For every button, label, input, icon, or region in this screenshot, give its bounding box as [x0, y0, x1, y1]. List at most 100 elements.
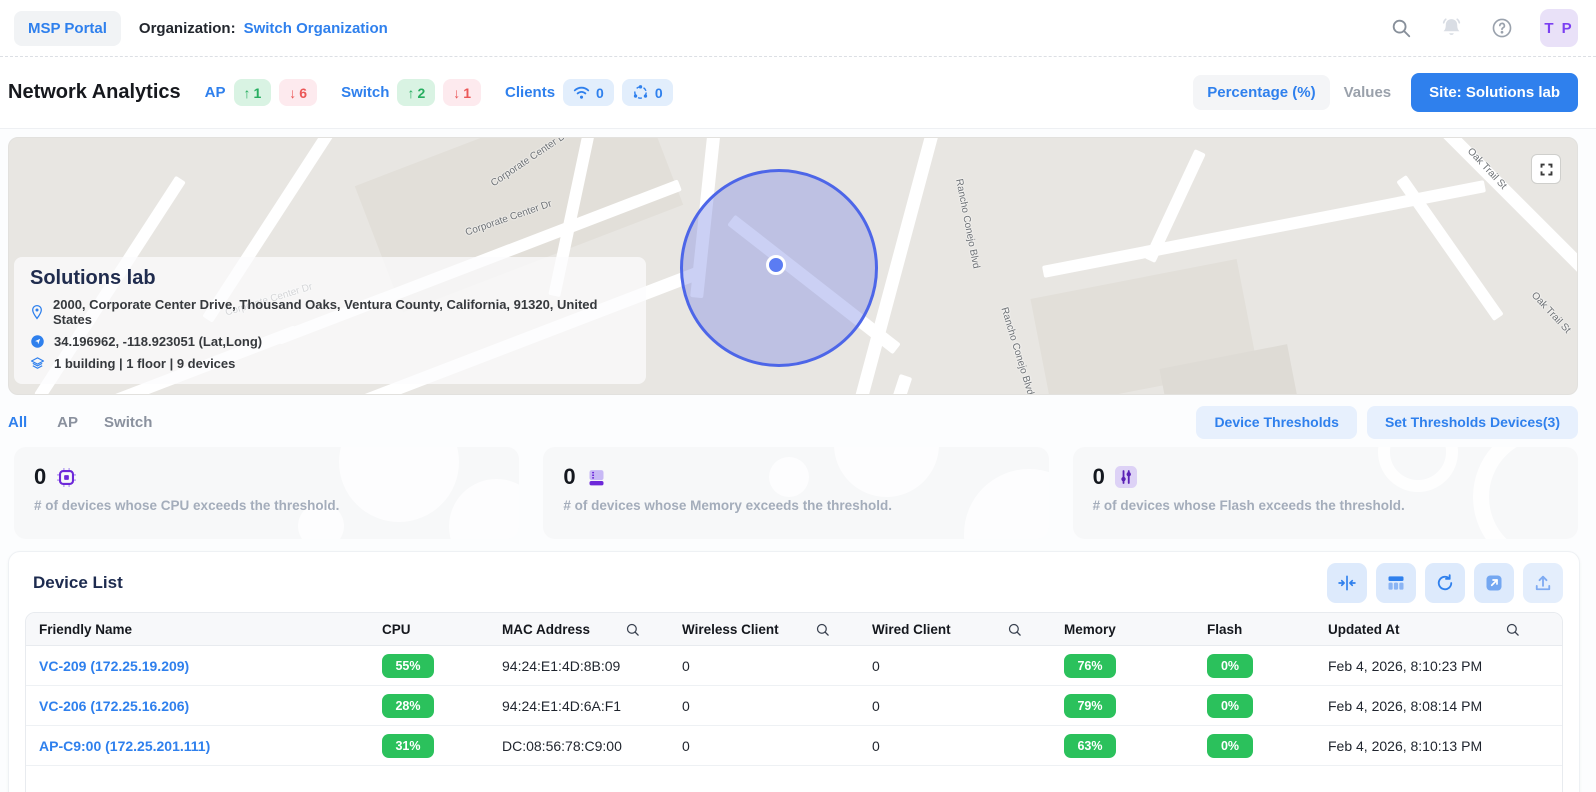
tab-ap[interactable]: AP [57, 414, 78, 431]
user-avatar[interactable]: T P [1540, 9, 1578, 47]
cpu-cell: 28% [382, 693, 502, 718]
wired-clients-badge: 0 [621, 79, 673, 106]
device-link[interactable]: AP-C9:00 (172.25.201.111) [39, 738, 210, 754]
flash-badge: 0% [1207, 693, 1253, 718]
collapse-icon[interactable] [1327, 563, 1367, 603]
cpu-badge: 28% [382, 693, 434, 718]
toggle-values[interactable]: Values [1344, 84, 1392, 101]
site-selector-button[interactable]: Site: Solutions lab [1411, 73, 1578, 112]
columns-icon[interactable] [1376, 563, 1416, 603]
threshold-summary-cards: 0 # of devices whose CPU exceeds the thr… [14, 447, 1578, 539]
cpu-badge: 55% [382, 653, 434, 678]
wifi-icon [573, 85, 590, 100]
mac-cell: DC:08:56:78:C9:00 [502, 737, 622, 754]
table-header-row: Friendly Name CPU MAC Address Wireless C… [26, 613, 1562, 646]
arrow-down-icon: ↓ [453, 84, 461, 101]
cpu-cell: 31% [382, 733, 502, 758]
memory-exceed-count: 0 [563, 464, 576, 489]
flash-cell: 0% [1207, 693, 1328, 718]
map-road-label: Rancho Conejo Blvd [953, 178, 982, 270]
ap-up-badge: ↑ 1 [233, 79, 272, 106]
table-row: AP-C9:00 (172.25.201.111) 31% DC:08:56:7… [26, 726, 1562, 766]
column-search-icon[interactable] [625, 622, 640, 637]
cpu-badge: 31% [382, 733, 434, 758]
search-icon[interactable] [1390, 17, 1412, 39]
column-header-memory: Memory [1064, 621, 1116, 637]
switch-down-badge: ↓ 1 [443, 79, 482, 106]
clients-label: Clients [505, 84, 556, 101]
tab-switch[interactable]: Switch [104, 414, 152, 431]
layers-icon [30, 356, 45, 371]
memory-badge: 76% [1064, 653, 1116, 678]
column-header-wireless-client: Wireless Client [682, 622, 872, 637]
ap-label: AP [204, 84, 226, 101]
memory-cell: 63% [1064, 733, 1207, 758]
cpu-threshold-card: 0 # of devices whose CPU exceeds the thr… [14, 447, 520, 539]
column-label: Updated At [1328, 621, 1400, 637]
flash-threshold-card: 0 # of devices whose Flash exceeds the t… [1072, 447, 1578, 539]
external-link-icon[interactable] [1474, 563, 1514, 603]
column-header-flash: Flash [1207, 621, 1243, 637]
arrow-up-icon: ↑ [243, 84, 251, 101]
msp-portal-badge[interactable]: MSP Portal [14, 10, 121, 46]
site-info-overlay: Solutions lab 2000, Corporate Center Dri… [14, 257, 646, 384]
site-summary: 1 building | 1 floor | 9 devices [54, 356, 236, 371]
column-search-icon[interactable] [1007, 622, 1022, 637]
cpu-threshold-description: # of devices whose CPU exceeds the thres… [34, 498, 340, 513]
arrow-down-icon: ↓ [289, 84, 297, 101]
memory-icon [586, 467, 607, 488]
wireless-client-cell: 0 [682, 737, 690, 754]
site-address: 2000, Corporate Center Drive, Thousand O… [53, 297, 598, 327]
device-link[interactable]: VC-209 (172.25.19.209) [39, 658, 189, 674]
wired-client-cell: 0 [872, 657, 880, 674]
flash-exceed-count: 0 [1092, 464, 1105, 489]
memory-badge: 79% [1064, 693, 1116, 718]
memory-threshold-description: # of devices whose Memory exceeds the th… [563, 498, 892, 513]
switch-label: Switch [341, 84, 390, 101]
cpu-icon [56, 467, 77, 488]
help-icon[interactable] [1491, 17, 1513, 39]
device-link[interactable]: VC-206 (172.25.16.206) [39, 698, 189, 714]
wired-client-cell: 0 [872, 697, 880, 714]
site-map[interactable]: Corporate Center Dr Corporate Center Dr … [8, 137, 1578, 395]
toggle-percentage[interactable]: Percentage (%) [1193, 75, 1330, 110]
bell-icon[interactable] [1439, 16, 1464, 41]
organization-link[interactable]: Switch Organization [244, 20, 388, 37]
site-marker[interactable] [766, 255, 786, 275]
upload-icon[interactable] [1523, 563, 1563, 603]
wireless-client-cell: 0 [682, 697, 690, 714]
top-bar: MSP Portal Organization: Switch Organiza… [0, 0, 1596, 57]
fullscreen-icon[interactable] [1531, 154, 1561, 184]
flash-badge: 0% [1207, 733, 1253, 758]
column-search-icon[interactable] [815, 622, 830, 637]
site-address-row: 2000, Corporate Center Drive, Thousand O… [30, 297, 630, 327]
tab-all[interactable]: All [8, 414, 27, 431]
column-label: Wired Client [872, 621, 951, 637]
map-road-label: Oak Trail St [1528, 290, 1573, 336]
column-header-wired-client: Wired Client [872, 622, 1064, 637]
flash-badge: 0% [1207, 653, 1253, 678]
wired-client-cell: 0 [872, 737, 880, 754]
device-table: Friendly Name CPU MAC Address Wireless C… [25, 612, 1563, 792]
refresh-icon[interactable] [1425, 563, 1465, 603]
flash-threshold-description: # of devices whose Flash exceeds the thr… [1092, 498, 1405, 513]
cpu-cell: 55% [382, 653, 502, 678]
map-road-label: Rancho Conejo Blvd [998, 306, 1036, 395]
updated-at-cell: Feb 4, 2026, 8:10:23 PM [1328, 657, 1483, 674]
table-row: VC-206 (172.25.16.206) 28% 94:24:E1:4D:6… [26, 686, 1562, 726]
page-title: Network Analytics [8, 81, 181, 103]
device-filter-tabs: All AP Switch Device Thresholds Set Thre… [8, 405, 1578, 439]
mac-cell: 94:24:E1:4D:6A:F1 [502, 697, 622, 714]
friendly-name-cell: AP-C9:00 (172.25.201.111) [26, 738, 382, 754]
column-header-updated-at: Updated At [1328, 622, 1562, 637]
set-thresholds-button[interactable]: Set Thresholds Devices(3) [1366, 405, 1578, 439]
memory-threshold-card: 0 # of devices whose Memory exceeds the … [543, 447, 1049, 539]
organization-label: Organization: [138, 19, 236, 37]
site-name: Solutions lab [30, 267, 156, 289]
site-summary-row: 1 building | 1 floor | 9 devices [30, 356, 630, 371]
topbar-actions: T P [1390, 9, 1578, 47]
device-thresholds-button[interactable]: Device Thresholds [1196, 405, 1357, 439]
column-search-icon[interactable] [1505, 622, 1520, 637]
updated-at-cell: Feb 4, 2026, 8:08:14 PM [1328, 697, 1483, 714]
device-list-title: Device List [33, 573, 123, 592]
